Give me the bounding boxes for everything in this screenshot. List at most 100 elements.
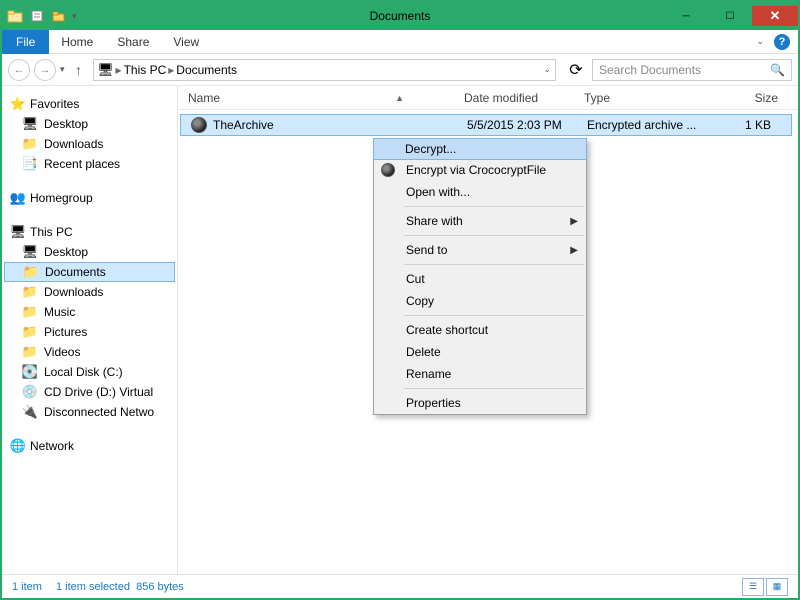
desktop-icon: 🖥: [22, 244, 38, 260]
file-name: TheArchive: [213, 118, 274, 132]
context-menu: Decrypt... Encrypt via CrococryptFile Op…: [373, 138, 587, 415]
column-size[interactable]: Size: [694, 91, 798, 105]
folder-icon: 📁: [22, 136, 38, 152]
cm-delete[interactable]: Delete: [374, 341, 586, 363]
column-name[interactable]: Name▲: [188, 91, 464, 105]
nav-pc-localdisk[interactable]: 💽Local Disk (C:): [2, 362, 177, 382]
details-view-button[interactable]: ☰: [742, 578, 764, 596]
nav-homegroup[interactable]: 👥Homegroup: [2, 188, 177, 208]
cm-decrypt[interactable]: Decrypt...: [373, 138, 587, 160]
cm-cut[interactable]: Cut: [374, 268, 586, 290]
nav-pc-videos[interactable]: 📁Videos: [2, 342, 177, 362]
submenu-arrow-icon: ▶: [570, 245, 578, 256]
new-folder-icon[interactable]: [50, 7, 68, 25]
properties-icon[interactable]: [28, 7, 46, 25]
breadcrumb-root[interactable]: This PC: [124, 63, 167, 77]
column-date[interactable]: Date modified: [464, 91, 584, 105]
file-date: 5/5/2015 2:03 PM: [467, 118, 587, 132]
folder-icon: 📁: [23, 264, 39, 280]
qat-dropdown-icon[interactable]: ▾: [72, 11, 77, 22]
cm-openwith[interactable]: Open with...: [374, 181, 586, 203]
nav-pc-cddrive[interactable]: 💿CD Drive (D:) Virtual: [2, 382, 177, 402]
breadcrumb[interactable]: 🖥 ▸ This PC ▸ Documents ⌄: [93, 59, 556, 81]
chevron-right-icon[interactable]: ▸: [116, 63, 122, 77]
nav-desktop[interactable]: 🖥Desktop: [2, 114, 177, 134]
file-type: Encrypted archive ...: [587, 118, 697, 132]
cm-copy[interactable]: Copy: [374, 290, 586, 312]
nav-thispc[interactable]: 🖥This PC: [2, 222, 177, 242]
cm-properties[interactable]: Properties: [374, 392, 586, 414]
status-selected: 1 item selected 856 bytes: [56, 581, 184, 593]
minimize-button[interactable]: ─: [664, 6, 708, 26]
breadcrumb-dropdown-icon[interactable]: ⌄: [543, 64, 551, 75]
icons-view-button[interactable]: ▦: [766, 578, 788, 596]
separator: [404, 388, 584, 389]
nav-pc-pictures[interactable]: 📁Pictures: [2, 322, 177, 342]
pc-icon: 🖥: [98, 62, 114, 78]
file-row[interactable]: TheArchive 5/5/2015 2:03 PM Encrypted ar…: [180, 114, 792, 136]
nav-network[interactable]: 🌐Network: [2, 436, 177, 456]
sort-asc-icon: ▲: [395, 93, 404, 103]
folder-icon: 📁: [22, 344, 38, 360]
nav-pc-disconnected[interactable]: 🔌Disconnected Netwo: [2, 402, 177, 422]
homegroup-icon: 👥: [10, 190, 26, 206]
cm-rename[interactable]: Rename: [374, 363, 586, 385]
navigation-pane: ⭐Favorites 🖥Desktop 📁Downloads 📑Recent p…: [2, 86, 178, 574]
column-type[interactable]: Type: [584, 91, 694, 105]
forward-button[interactable]: →: [34, 59, 56, 81]
search-icon[interactable]: 🔍: [770, 63, 785, 77]
ribbon-expand-icon[interactable]: ⌄: [756, 36, 764, 47]
breadcrumb-current[interactable]: Documents: [176, 63, 237, 77]
ribbon: File Home Share View ⌄ ?: [2, 30, 798, 54]
history-dropdown-icon[interactable]: ▾: [60, 64, 65, 75]
network-icon: 🌐: [10, 438, 26, 454]
folder-icon: 📁: [22, 284, 38, 300]
search-input[interactable]: Search Documents 🔍: [592, 59, 792, 81]
up-button[interactable]: ↑: [69, 60, 89, 80]
tab-home[interactable]: Home: [49, 31, 105, 53]
back-button[interactable]: ←: [8, 59, 30, 81]
separator: [404, 315, 584, 316]
refresh-button[interactable]: ⟳: [564, 59, 588, 81]
separator: [404, 264, 584, 265]
croco-icon: [380, 162, 396, 178]
chevron-right-icon[interactable]: ▸: [168, 63, 174, 77]
cm-shortcut[interactable]: Create shortcut: [374, 319, 586, 341]
disk-icon: 💽: [22, 364, 38, 380]
tab-share[interactable]: Share: [105, 31, 161, 53]
nav-pc-downloads[interactable]: 📁Downloads: [2, 282, 177, 302]
status-count: 1 item: [12, 581, 42, 593]
submenu-arrow-icon: ▶: [570, 216, 578, 227]
nav-pc-documents[interactable]: 📁Documents: [4, 262, 175, 282]
cm-sendto[interactable]: Send to▶: [374, 239, 586, 261]
folder-icon: [6, 7, 24, 25]
nav-downloads[interactable]: 📁Downloads: [2, 134, 177, 154]
search-placeholder: Search Documents: [599, 63, 701, 77]
nav-bar: ← → ▾ ↑ 🖥 ▸ This PC ▸ Documents ⌄ ⟳ Sear…: [2, 54, 798, 86]
titlebar[interactable]: ▾ Documents ─ ☐ ✕: [2, 2, 798, 30]
nav-pc-desktop[interactable]: 🖥Desktop: [2, 242, 177, 262]
nav-recent[interactable]: 📑Recent places: [2, 154, 177, 174]
desktop-icon: 🖥: [22, 116, 38, 132]
cm-encrypt[interactable]: Encrypt via CrococryptFile: [374, 159, 586, 181]
recent-icon: 📑: [22, 156, 38, 172]
tab-view[interactable]: View: [161, 31, 211, 53]
column-header: Name▲ Date modified Type Size: [178, 86, 798, 110]
separator: [404, 235, 584, 236]
folder-icon: 📁: [22, 304, 38, 320]
nav-pc-music[interactable]: 📁Music: [2, 302, 177, 322]
separator: [404, 206, 584, 207]
star-icon: ⭐: [10, 96, 26, 112]
close-button[interactable]: ✕: [752, 6, 798, 26]
folder-icon: 📁: [22, 324, 38, 340]
netdrive-icon: 🔌: [22, 404, 38, 420]
status-bar: 1 item 1 item selected 856 bytes ☰ ▦: [2, 574, 798, 598]
croco-file-icon: [191, 117, 207, 133]
nav-favorites[interactable]: ⭐Favorites: [2, 94, 177, 114]
file-tab[interactable]: File: [2, 30, 49, 54]
file-size: 1 KB: [697, 118, 791, 132]
pc-icon: 🖥: [10, 224, 26, 240]
cm-sharewith[interactable]: Share with▶: [374, 210, 586, 232]
maximize-button[interactable]: ☐: [708, 6, 752, 26]
help-icon[interactable]: ?: [774, 34, 790, 50]
